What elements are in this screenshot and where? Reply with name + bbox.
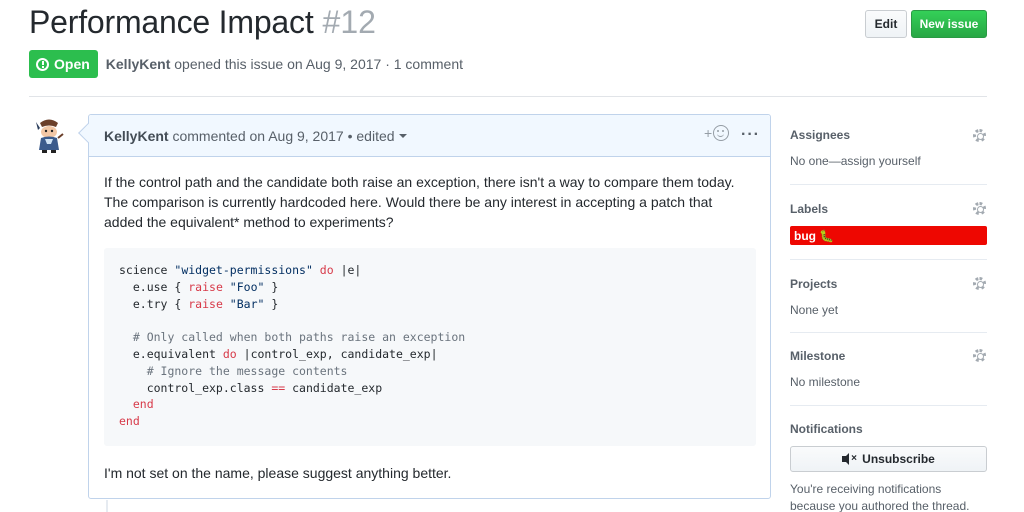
comment-author-link[interactable]: KellyKent xyxy=(104,128,169,144)
code-token: e.try { xyxy=(119,296,189,311)
label-bug[interactable]: bug 🐛 xyxy=(790,226,987,245)
header-divider xyxy=(29,96,987,97)
sidebar-labels: Labels bug 🐛 xyxy=(790,185,987,260)
comment-header: KellyKent commented on Aug 9, 2017 • edi… xyxy=(89,115,770,157)
comment-box: KellyKent commented on Aug 9, 2017 • edi… xyxy=(78,114,771,499)
issue-opened-icon xyxy=(36,57,49,71)
sidebar-projects: Projects None yet xyxy=(790,260,987,333)
issue-title: Performance Impact xyxy=(29,4,314,40)
assignees-value[interactable]: No one—assign yourself xyxy=(790,154,987,168)
code-token: "widget-permissions" xyxy=(174,263,313,277)
add-reaction-button[interactable]: + xyxy=(704,125,730,141)
code-token: raise xyxy=(188,279,223,294)
code-token: do xyxy=(312,263,334,277)
comment-body: If the control path and the candidate bo… xyxy=(89,157,770,483)
projects-gear-icon[interactable] xyxy=(973,277,986,290)
notifications-reason: You're receiving notifications because y… xyxy=(790,482,970,512)
code-token: } xyxy=(264,296,279,311)
code-comment: # Ignore the message contents xyxy=(119,363,348,378)
code-token: |control_exp, candidate_exp| xyxy=(236,346,438,361)
unsubscribe-button[interactable]: × Unsubscribe xyxy=(790,446,987,472)
code-token: |e| xyxy=(333,263,362,277)
assignees-gear-icon[interactable] xyxy=(973,129,986,142)
timeline-line xyxy=(106,500,108,512)
milestone-value: No milestone xyxy=(790,375,861,389)
edit-button[interactable]: Edit xyxy=(865,10,907,38)
code-token: end xyxy=(119,414,140,429)
issue-author-link[interactable]: KellyKent xyxy=(106,56,171,72)
projects-heading[interactable]: Projects xyxy=(790,277,987,291)
reaction-plus: + xyxy=(704,125,713,141)
code-token: } xyxy=(264,279,279,294)
projects-value: None yet xyxy=(790,303,839,317)
code-token: raise xyxy=(188,296,223,311)
code-token: do xyxy=(222,346,237,361)
code-block: science "widget-permissions" do |e| e.us… xyxy=(104,248,756,446)
comment-paragraph: If the control path and the candidate bo… xyxy=(104,174,735,230)
code-token: "Bar" xyxy=(222,296,265,311)
code-token: control_exp.class xyxy=(119,380,272,395)
comment-closing: I'm not set on the name, please suggest … xyxy=(104,465,452,481)
issue-title-row: Performance Impact #12 xyxy=(29,4,376,48)
status-badge: Open xyxy=(29,50,98,78)
octocat-avatar-icon xyxy=(29,114,69,154)
issue-opened-text: opened this issue on Aug 9, 2017 · 1 com… xyxy=(174,56,463,72)
unsubscribe-label: Unsubscribe xyxy=(862,452,935,466)
status-label: Open xyxy=(54,56,90,72)
comment-options-icon[interactable]: ··· xyxy=(741,126,760,144)
issue-number: #12 xyxy=(322,4,376,40)
code-token: candidate_exp xyxy=(285,380,383,395)
code-token: "Foo" xyxy=(222,279,265,294)
code-token: e.use { xyxy=(119,279,189,294)
issue-meta: Open KellyKent opened this issue on Aug … xyxy=(29,50,463,78)
labels-heading[interactable]: Labels xyxy=(790,202,987,216)
code-comment: # Only called when both paths raise an e… xyxy=(119,330,466,345)
code-token: science xyxy=(119,263,175,277)
avatar[interactable] xyxy=(29,114,69,154)
code-token: == xyxy=(271,380,286,395)
milestone-heading[interactable]: Milestone xyxy=(790,349,987,363)
smiley-icon xyxy=(713,125,730,141)
notifications-heading: Notifications xyxy=(790,422,863,436)
sidebar-milestone: Milestone No milestone xyxy=(790,333,987,406)
sidebar-assignees: Assignees No one—assign yourself xyxy=(790,114,987,185)
comment-meta: commented on Aug 9, 2017 • edited xyxy=(172,127,395,144)
assignees-heading[interactable]: Assignees xyxy=(790,128,987,142)
milestone-gear-icon[interactable] xyxy=(973,349,986,362)
issue-sidebar: Assignees No one—assign yourself Labels … xyxy=(790,114,987,512)
mute-icon: × xyxy=(842,453,858,465)
edited-dropdown-icon[interactable] xyxy=(398,133,407,138)
labels-gear-icon[interactable] xyxy=(973,202,986,215)
new-issue-button[interactable]: New issue xyxy=(911,10,987,38)
code-token: end xyxy=(119,397,154,412)
code-token: e.equivalent xyxy=(119,346,223,361)
sidebar-notifications: Notifications × Unsubscribe You're recei… xyxy=(790,406,987,512)
issue-meta-text: KellyKent opened this issue on Aug 9, 20… xyxy=(106,56,463,72)
